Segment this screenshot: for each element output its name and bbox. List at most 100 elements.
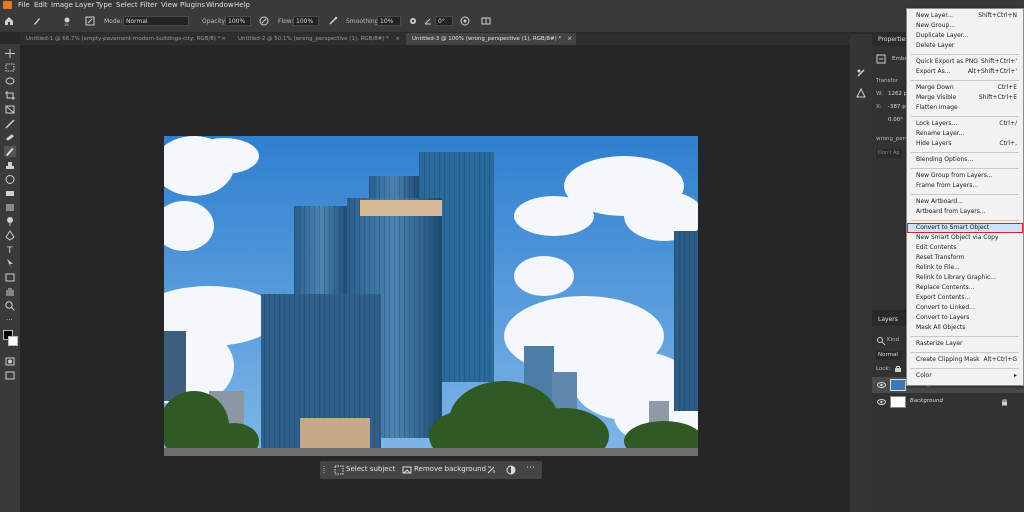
eyedropper-tool-icon[interactable]	[4, 118, 16, 129]
menu-item-duplicate-layer[interactable]: Duplicate Layer...	[907, 31, 1023, 41]
menu-item-relink-to-library[interactable]: Relink to Library Graphic...	[907, 273, 1023, 283]
menu-item-color[interactable]: Color ▸	[907, 371, 1023, 381]
menu-view[interactable]: View	[161, 1, 178, 9]
menu-item-convert-to-layers[interactable]: Convert to Layers	[907, 313, 1023, 323]
pen-tool-icon[interactable]	[4, 230, 16, 241]
menu-item-lock-layers[interactable]: Lock Layers... Ctrl+/	[907, 119, 1023, 129]
history-brush-icon[interactable]	[4, 174, 16, 185]
healing-tool-icon[interactable]	[4, 132, 16, 143]
brush-settings-icon[interactable]	[85, 16, 95, 26]
menu-item-delete-layer[interactable]: Delete Layer	[907, 41, 1023, 51]
lock-pixels-icon[interactable]	[894, 365, 902, 373]
pressure-opacity-icon[interactable]	[259, 16, 269, 26]
screen-mode-icon[interactable]	[4, 370, 16, 381]
menu-item-mask-all-objects[interactable]: Mask All Objects	[907, 323, 1023, 333]
menu-item-merge-down[interactable]: Merge Down Ctrl+E	[907, 83, 1023, 93]
menu-item-merge-visible[interactable]: Merge Visible Shift+Ctrl+E	[907, 93, 1023, 103]
actions-icon[interactable]	[856, 87, 866, 98]
menu-item-edit-contents[interactable]: Edit Contents	[907, 243, 1023, 253]
close-icon[interactable]: ×	[567, 33, 572, 45]
menu-file[interactable]: File	[18, 1, 30, 9]
menu-item-convert-to-smart-object[interactable]: Convert to Smart Object	[907, 223, 1023, 233]
blend-mode-select[interactable]: Normal	[876, 351, 902, 360]
type-tool-icon[interactable]: T	[4, 244, 16, 256]
brush-tool-active-icon[interactable]	[4, 146, 16, 157]
menu-window[interactable]: Window	[206, 1, 234, 9]
menu-type[interactable]: Type	[96, 1, 112, 9]
frame-tool-icon[interactable]	[4, 104, 16, 115]
menu-item-flatten-image[interactable]: Flatten Image	[907, 103, 1023, 113]
menu-plugins[interactable]: Plugins	[180, 1, 205, 9]
menu-item-new-group-from-layers[interactable]: New Group from Layers...	[907, 171, 1023, 181]
menu-item-reset-transform[interactable]: Reset Transform	[907, 253, 1023, 263]
layer-name[interactable]: Background	[910, 398, 943, 404]
smoothing-field[interactable]: 10%	[377, 16, 401, 26]
layer-comp-field[interactable]: Don't Ap	[876, 149, 902, 158]
more-options-icon[interactable]: ⋯	[526, 463, 536, 475]
home-icon[interactable]	[4, 16, 14, 26]
stamp-tool-icon[interactable]	[4, 160, 16, 171]
visibility-eye-icon[interactable]	[877, 398, 886, 406]
opacity-field[interactable]: 100%	[225, 16, 251, 26]
dodge-tool-icon[interactable]	[4, 216, 16, 227]
angle-field[interactable]: 0°	[435, 16, 453, 26]
width-field[interactable]: 1262 p	[888, 91, 907, 97]
menu-item-blending-options[interactable]: Blending Options...	[907, 155, 1023, 165]
menu-item-export-contents[interactable]: Export Contents...	[907, 293, 1023, 303]
close-icon[interactable]: ×	[221, 33, 226, 45]
remove-background-button[interactable]: Remove background	[414, 465, 486, 473]
symmetry-icon[interactable]	[481, 16, 491, 26]
menu-item-hide-layers[interactable]: Hide Layers Ctrl+,	[907, 139, 1023, 149]
filter-kind-select[interactable]: Kind	[887, 337, 899, 343]
quick-mask-icon[interactable]	[4, 356, 16, 367]
eraser-tool-icon[interactable]	[4, 188, 16, 199]
menu-item-relink-to-file[interactable]: Relink to File...	[907, 263, 1023, 273]
menu-item-export-as[interactable]: Export As... Alt+Shift+Ctrl+'	[907, 67, 1023, 77]
menu-item-new-smart-object-via-copy[interactable]: New Smart Object via Copy	[907, 233, 1023, 243]
lasso-tool-icon[interactable]	[4, 76, 16, 87]
tab-document-3[interactable]: Untitled-3 @ 100% (wrong_perspective (1)…	[406, 33, 576, 45]
menu-item-new-group[interactable]: New Group...	[907, 21, 1023, 31]
drag-handle-icon[interactable]	[323, 465, 326, 475]
hand-tool-icon[interactable]	[4, 286, 16, 297]
angle-field[interactable]: 0.00°	[888, 117, 903, 123]
history-icon[interactable]	[856, 68, 866, 78]
marquee-tool-icon[interactable]	[4, 62, 16, 73]
more-tools-icon[interactable]: ···	[4, 314, 16, 325]
canvas-image[interactable]	[164, 136, 698, 456]
menu-layer[interactable]: Layer	[75, 1, 95, 9]
menu-item-new-layer[interactable]: New Layer... Shift+Ctrl+N	[907, 11, 1023, 21]
menu-item-replace-contents[interactable]: Replace Contents...	[907, 283, 1023, 293]
mode-select[interactable]: Normal	[123, 16, 189, 26]
visibility-eye-icon[interactable]	[877, 381, 886, 389]
crop-tool-icon[interactable]	[4, 90, 16, 101]
menu-filter[interactable]: Filter	[140, 1, 157, 9]
layer-row[interactable]: Background	[872, 394, 1024, 410]
menu-item-rasterize-layer[interactable]: Rasterize Layer	[907, 339, 1023, 349]
menu-edit[interactable]: Edit	[34, 1, 48, 9]
menu-item-new-artboard[interactable]: New Artboard...	[907, 197, 1023, 207]
adjustment-icon[interactable]	[506, 465, 516, 475]
brush-tool-icon[interactable]	[32, 16, 42, 26]
shape-tool-icon[interactable]	[4, 272, 16, 283]
menu-item-rename-layer[interactable]: Rename Layer...	[907, 129, 1023, 139]
menu-item-convert-to-linked[interactable]: Convert to Linked...	[907, 303, 1023, 313]
menu-item-create-clipping-mask[interactable]: Create Clipping Mask Alt+Ctrl+G	[907, 355, 1023, 365]
path-selection-icon[interactable]	[4, 258, 16, 269]
airbrush-icon[interactable]	[328, 16, 338, 26]
brush-preset-icon[interactable]: 19	[62, 16, 72, 27]
menu-help[interactable]: Help	[234, 1, 250, 9]
background-color-swatch[interactable]	[8, 336, 18, 346]
menu-select[interactable]: Select	[116, 1, 138, 9]
menu-item-artboard-from-layers[interactable]: Artboard from Layers...	[907, 207, 1023, 217]
smoothing-settings-icon[interactable]	[408, 16, 418, 26]
gradient-tool-icon[interactable]	[4, 202, 16, 213]
flow-field[interactable]: 100%	[293, 16, 319, 26]
tab-document-2[interactable]: Untitled-2 @ 50.1% (wrong_perspective (1…	[232, 33, 404, 45]
select-subject-button[interactable]: Select subject	[346, 465, 395, 473]
menu-item-quick-export[interactable]: Quick Export as PNG Shift+Ctrl+'	[907, 57, 1023, 67]
zoom-tool-icon[interactable]	[4, 300, 16, 311]
pressure-size-icon[interactable]	[460, 16, 470, 26]
transform-icon[interactable]	[486, 465, 496, 475]
x-field[interactable]: -387 p	[888, 104, 906, 110]
